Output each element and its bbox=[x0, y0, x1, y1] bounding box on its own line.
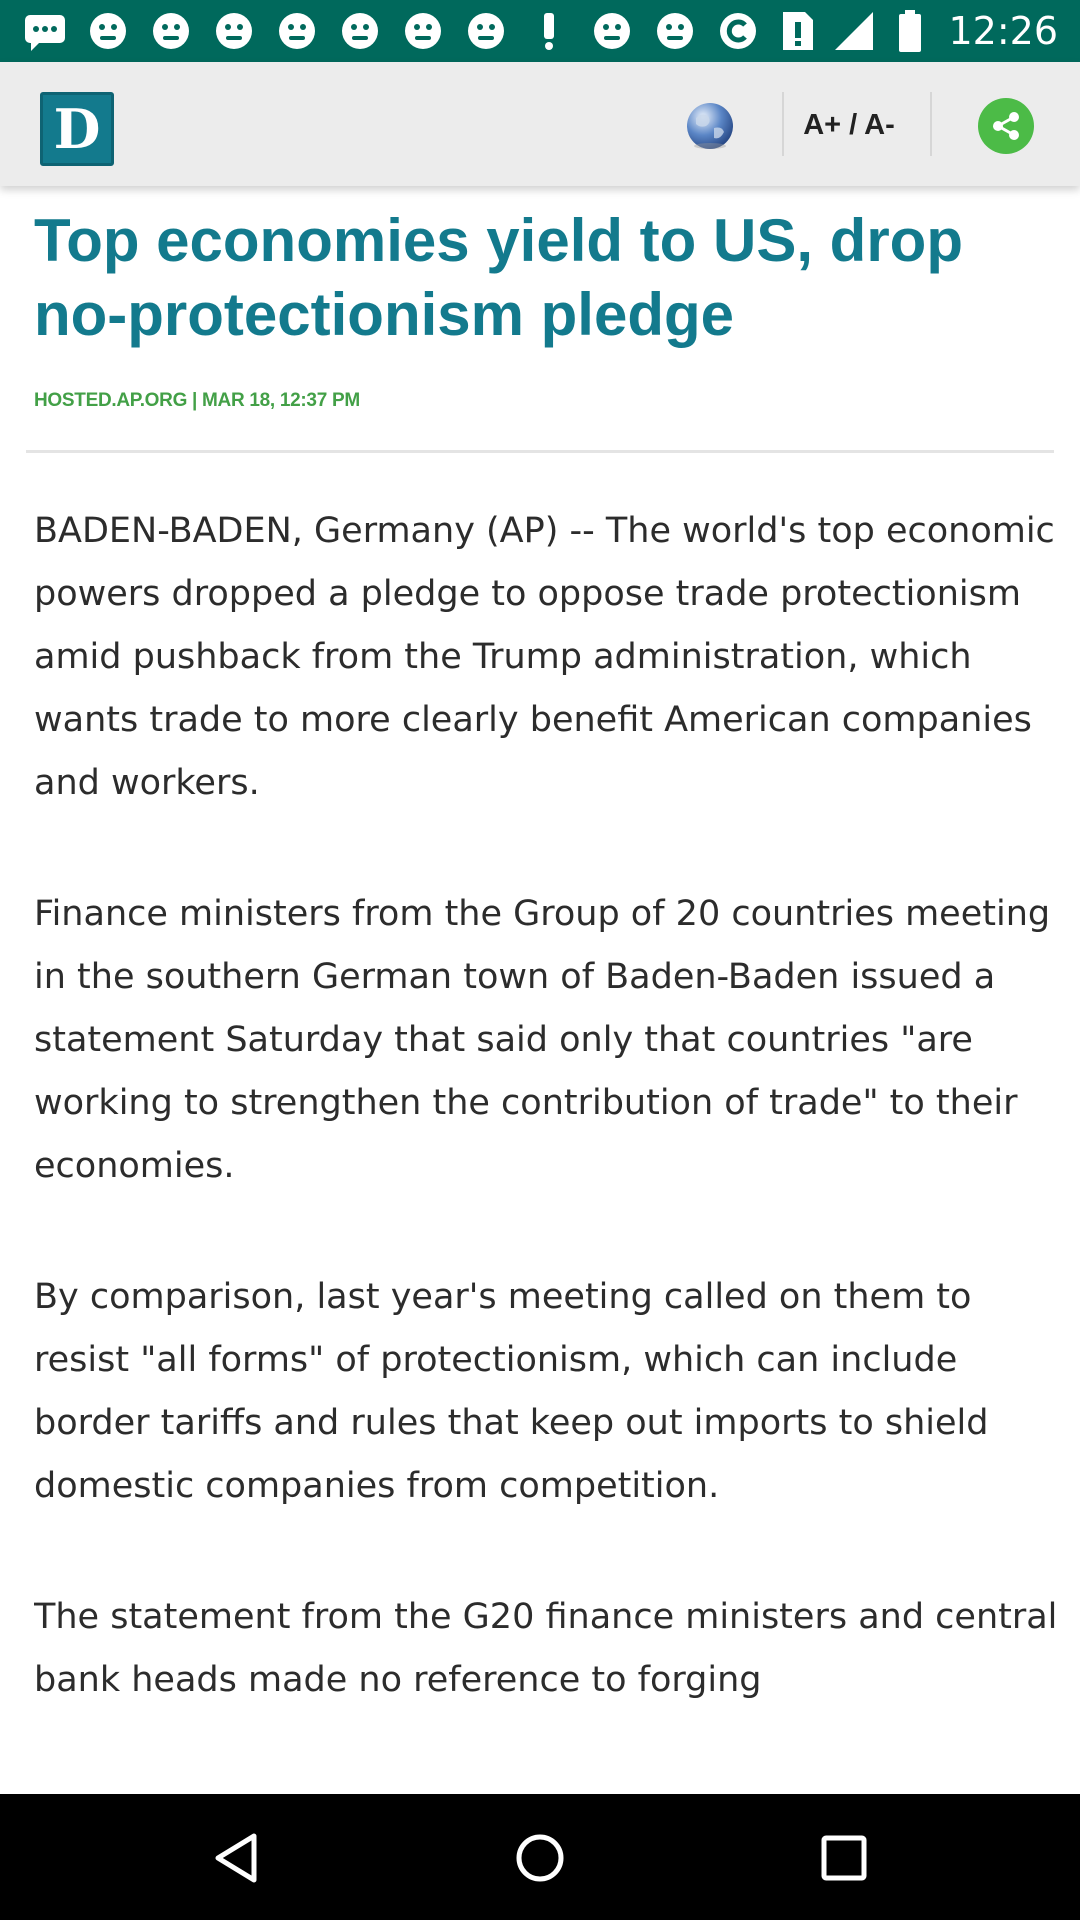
home-icon[interactable] bbox=[500, 1818, 580, 1898]
article-paragraph: By comparison, last year's meeting calle… bbox=[34, 1277, 989, 1506]
toolbar-divider bbox=[930, 92, 932, 156]
notification-icon bbox=[652, 8, 698, 54]
article-paragraph: The statement from the G20 finance minis… bbox=[34, 1597, 1058, 1700]
signal-icon bbox=[832, 9, 876, 53]
notification-icon bbox=[463, 8, 509, 54]
notification-icon bbox=[274, 8, 320, 54]
font-size-button[interactable]: A+ / A- bbox=[784, 102, 914, 148]
share-icon[interactable] bbox=[978, 98, 1034, 154]
navigation-bar bbox=[0, 1794, 1080, 1920]
sync-icon bbox=[715, 8, 761, 54]
notification-icon bbox=[211, 8, 257, 54]
battery-icon bbox=[888, 9, 932, 53]
article-body: BADEN-BADEN, Germany (AP) -- The world's… bbox=[34, 500, 1064, 1794]
status-bar: 12:26 bbox=[0, 0, 1080, 62]
no-sim-icon bbox=[776, 9, 820, 53]
back-icon[interactable] bbox=[196, 1818, 276, 1898]
article-divider bbox=[26, 450, 1054, 453]
status-time: 12:26 bbox=[948, 9, 1058, 53]
article-meta: HOSTED.AP.ORG | MAR 18, 12:37 PM bbox=[34, 390, 360, 411]
status-right: 12:26 bbox=[764, 8, 1058, 54]
article-headline: Top economies yield to US, drop no-prote… bbox=[34, 207, 963, 348]
exclamation-icon bbox=[526, 8, 572, 54]
messaging-icon bbox=[22, 8, 68, 54]
recents-icon[interactable] bbox=[804, 1818, 884, 1898]
article-paragraph: BADEN-BADEN, Germany (AP) -- The world's… bbox=[34, 511, 1055, 803]
notification-icon bbox=[589, 8, 635, 54]
globe-icon[interactable] bbox=[684, 100, 736, 152]
app-logo[interactable]: D bbox=[40, 92, 114, 166]
app-toolbar: D A+ / A- bbox=[0, 62, 1080, 186]
notification-icons bbox=[22, 8, 778, 54]
notification-icon bbox=[337, 8, 383, 54]
notification-icon bbox=[148, 8, 194, 54]
notification-icon bbox=[85, 8, 131, 54]
notification-icon bbox=[400, 8, 446, 54]
article-paragraph: Finance ministers from the Group of 20 c… bbox=[34, 894, 1051, 1186]
